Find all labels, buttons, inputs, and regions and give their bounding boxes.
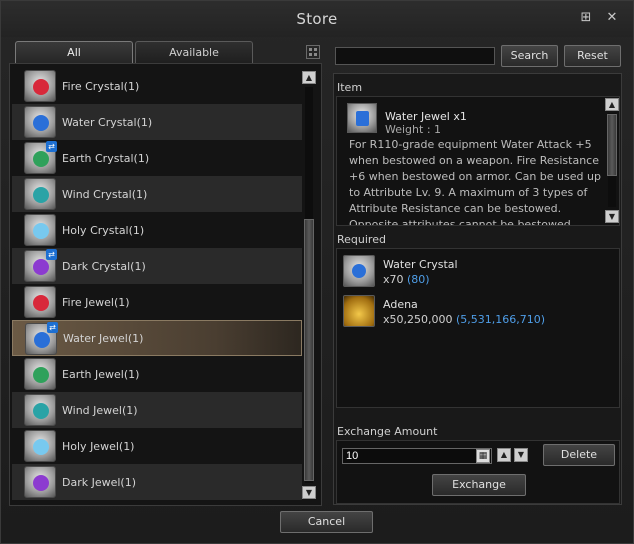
search-button[interactable]: Search <box>501 45 558 67</box>
item-icon <box>24 286 56 318</box>
exchange-badge-icon: ⇄ <box>46 141 57 152</box>
item-icon: ⇄ <box>24 141 57 174</box>
owned-count: (80) <box>407 273 430 286</box>
list-item[interactable]: Wind Crystal(1) <box>12 176 302 212</box>
desc-scroll-down-icon[interactable]: ▼ <box>605 210 619 223</box>
item-icon <box>24 430 56 462</box>
adena-coin-icon <box>343 295 375 327</box>
item-icon <box>24 466 56 498</box>
scroll-down-icon[interactable]: ▼ <box>302 486 316 499</box>
calculator-icon[interactable]: ▦ <box>476 449 490 463</box>
item-icon <box>24 358 56 390</box>
scroll-up-icon[interactable]: ▲ <box>302 71 316 84</box>
list-item[interactable]: Dark Jewel(1) <box>12 464 302 500</box>
owned-count: (5,531,166,710) <box>456 313 546 326</box>
material-qty: x70 (80) <box>383 273 430 286</box>
exchange-button[interactable]: Exchange <box>432 474 526 496</box>
item-icon <box>24 106 56 138</box>
window-title: Store <box>296 10 338 28</box>
list-item-label: Fire Crystal(1) <box>62 79 140 93</box>
scroll-thumb[interactable] <box>304 219 314 481</box>
store-window: Store ⊞ ✕ All Available Fire Crystal(1) W… <box>0 0 634 544</box>
list-item-label: Fire Jewel(1) <box>62 295 130 309</box>
close-icon[interactable]: ✕ <box>605 11 619 25</box>
water-crystal-icon <box>343 255 375 287</box>
item-icon: ⇄ <box>24 249 57 282</box>
tab-available[interactable]: Available <box>135 41 253 63</box>
filter-tabs: All Available <box>15 41 253 63</box>
desc-scroll-thumb[interactable] <box>607 114 617 176</box>
water-jewel-icon <box>347 103 377 133</box>
list-item[interactable]: ⇄ Earth Crystal(1) <box>12 140 302 176</box>
exchange-badge-icon: ⇄ <box>46 249 57 260</box>
exchange-amount-input[interactable] <box>342 448 492 464</box>
material-row: Adena x50,250,000 (5,531,166,710) <box>343 293 617 331</box>
list-item[interactable]: Holy Jewel(1) <box>12 428 302 464</box>
item-section-label: Item <box>337 81 363 94</box>
item-icon: ⇄ <box>25 322 58 355</box>
item-icon <box>24 178 56 210</box>
list-item-label: Earth Crystal(1) <box>62 151 150 165</box>
list-item-label: Holy Crystal(1) <box>62 223 145 237</box>
list-item-label: Water Crystal(1) <box>62 115 153 129</box>
desc-scroll-up-icon[interactable]: ▲ <box>605 98 619 111</box>
material-name: Water Crystal <box>383 258 458 271</box>
detail-panel: Item Water Jewel x1 Weight : 1 For R110-… <box>333 73 622 505</box>
required-materials-box: Water Crystal x70 (80) Adena x50,250,000… <box>336 248 620 408</box>
list-item[interactable]: ⇄ Water Jewel(1) <box>12 320 302 356</box>
list-item-label: Dark Crystal(1) <box>62 259 146 273</box>
decrease-amount-icon[interactable]: ▼ <box>514 448 528 462</box>
delete-button[interactable]: Delete <box>543 444 615 466</box>
item-icon <box>24 70 56 102</box>
description-scrollbar[interactable]: ▲ ▼ <box>605 98 619 224</box>
list-item-label: Earth Jewel(1) <box>62 367 140 381</box>
list-item[interactable]: Fire Jewel(1) <box>12 284 302 320</box>
list-item-label: Water Jewel(1) <box>63 331 144 345</box>
title-bar[interactable]: Store ⊞ ✕ <box>1 1 633 37</box>
item-icon <box>24 214 56 246</box>
list-item-label: Wind Jewel(1) <box>62 403 138 417</box>
item-icon <box>24 394 56 426</box>
list-item[interactable]: Water Crystal(1) <box>12 104 302 140</box>
exchange-badge-icon: ⇄ <box>47 322 58 333</box>
view-toggle-icon[interactable] <box>306 45 320 59</box>
list-item-label: Wind Crystal(1) <box>62 187 148 201</box>
item-info-box: Water Jewel x1 Weight : 1 For R110-grade… <box>336 96 620 226</box>
reset-button[interactable]: Reset <box>564 45 621 67</box>
item-weight: Weight : 1 <box>385 123 442 136</box>
required-section-label: Required <box>337 233 386 246</box>
list-item-label: Dark Jewel(1) <box>62 475 137 489</box>
list-item[interactable]: Earth Jewel(1) <box>12 356 302 392</box>
material-qty: x50,250,000 (5,531,166,710) <box>383 313 546 326</box>
list-item-label: Holy Jewel(1) <box>62 439 135 453</box>
item-name: Water Jewel x1 <box>385 110 467 123</box>
exchange-amount-label: Exchange Amount <box>337 425 438 438</box>
list-item[interactable]: Fire Crystal(1) <box>12 68 302 104</box>
increase-amount-icon[interactable]: ▲ <box>497 448 511 462</box>
item-list: Fire Crystal(1) Water Crystal(1) ⇄ Earth Cr… <box>12 68 302 500</box>
item-list-panel: Fire Crystal(1) Water Crystal(1) ⇄ Earth Cr… <box>9 63 322 506</box>
tab-all[interactable]: All <box>15 41 133 63</box>
list-item[interactable]: Holy Crystal(1) <box>12 212 302 248</box>
material-row: Water Crystal x70 (80) <box>343 253 617 291</box>
list-item[interactable]: ⇄ Dark Crystal(1) <box>12 248 302 284</box>
material-name: Adena <box>383 298 418 311</box>
grid-settings-icon[interactable]: ⊞ <box>579 11 593 25</box>
search-input[interactable] <box>335 47 495 65</box>
cancel-button[interactable]: Cancel <box>280 511 373 533</box>
list-scrollbar[interactable]: ▲ ▼ <box>302 71 316 499</box>
item-description: For R110-grade equipment Water Attack +5… <box>349 138 601 225</box>
list-item[interactable]: Wind Jewel(1) <box>12 392 302 428</box>
